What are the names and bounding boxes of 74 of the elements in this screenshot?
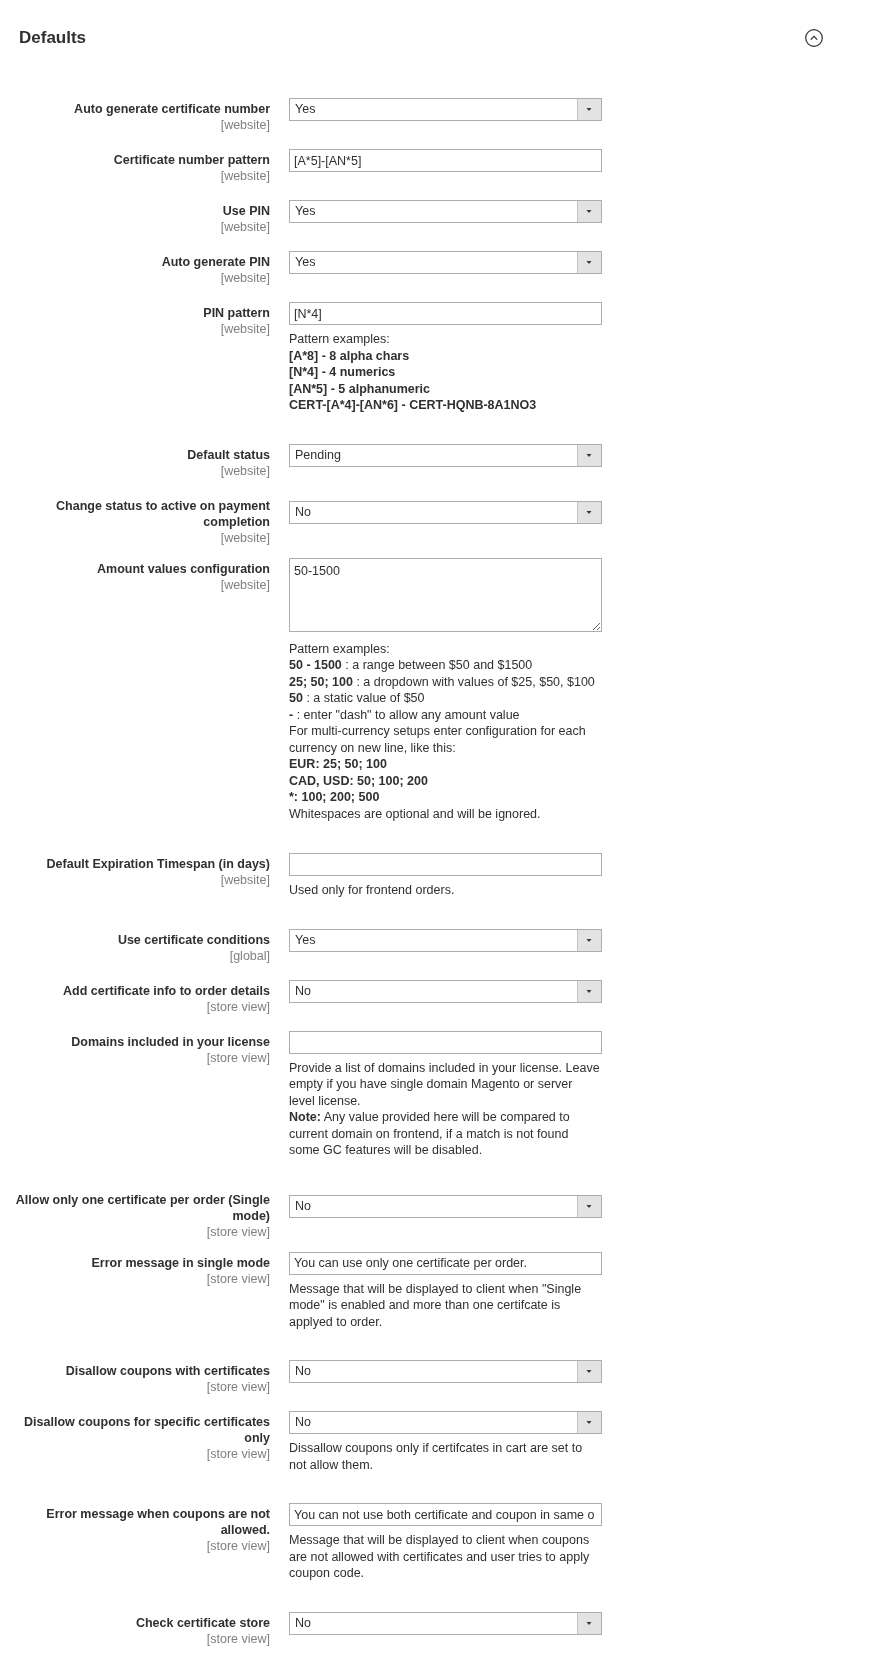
collapse-icon[interactable] <box>805 29 823 47</box>
scope-label: [website] <box>220 270 270 287</box>
field-label: PIN pattern <box>203 305 270 321</box>
dropdown[interactable]: Yes <box>289 200 602 223</box>
dropdown[interactable]: No <box>289 500 602 524</box>
help-text: Message that will be displayed to client when coupons are not allowed with certificates and user tries to apply coupon code. <box>289 1532 591 1582</box>
scope-label: [website] <box>220 321 270 338</box>
field-label: Change status to active on payment completion <box>55 497 270 530</box>
caret-icon <box>577 201 601 222</box>
scope-label: [website] <box>220 529 270 547</box>
field-label: Certificate number pattern <box>113 152 270 168</box>
scope-label: [store view] <box>206 998 270 1016</box>
text-input[interactable]: [A*5]-[AN*5] <box>289 149 602 172</box>
scope-label: [website] <box>220 117 270 134</box>
field-label: Error message when coupons are not allowed. <box>45 1506 270 1538</box>
caret-icon <box>577 252 601 273</box>
help-text: Pattern examples: [A*8] - 8 alpha chars [N*4] - 4 numerics [AN*5] - 5 alphanumeric CERT-[A*4]-[AN*6] - CERT-HQNB-8A1NO3 <box>289 331 538 414</box>
text-area[interactable]: 50-1500 <box>289 557 602 632</box>
dropdown[interactable]: No <box>289 1411 602 1434</box>
dropdown[interactable]: No <box>289 1611 602 1635</box>
scope-label: [global] <box>229 947 270 965</box>
caret-icon <box>577 929 601 951</box>
field-label: Allow only one certificate per order (Single mode) <box>14 1191 270 1224</box>
scope-label: [store view] <box>206 1270 270 1288</box>
section-title[interactable]: Defaults <box>19 28 87 48</box>
scope-label: [website] <box>220 219 270 236</box>
caret-icon <box>577 501 601 523</box>
dropdown[interactable]: Yes <box>289 251 602 274</box>
caret-icon <box>577 1195 601 1217</box>
caret-icon <box>577 444 601 466</box>
help-text: Message that will be displayed to client when "Single mode" is enabled and more than one certifcate is applyed to order. <box>289 1280 583 1330</box>
caret-icon <box>577 1361 601 1382</box>
text-input[interactable]: [N*4] <box>289 302 602 325</box>
text-input[interactable] <box>289 853 602 876</box>
caret-icon <box>577 980 601 1002</box>
field-label: Add certificate info to order details <box>63 982 270 999</box>
caret-icon <box>577 1412 601 1433</box>
field-label: Auto generate PIN <box>161 254 270 270</box>
field-label: Check certificate store <box>135 1614 270 1631</box>
caret-icon <box>577 1612 601 1634</box>
scope-label: [website] <box>220 872 270 889</box>
dropdown[interactable]: Pending <box>289 443 602 467</box>
scope-label: [store view] <box>206 1379 270 1396</box>
help-text: Used only for frontend orders. <box>289 882 456 899</box>
text-input[interactable] <box>289 1030 602 1054</box>
dropdown[interactable]: Yes <box>289 928 602 952</box>
dropdown[interactable]: No <box>289 979 602 1003</box>
help-text: Pattern examples: 50 - 1500 : a range between $50 and $1500 25; 50; 100 : a dropdown with values of $25, $50, $100 50 : a static value of $50 - : enter "dash" to allow any amount value For multi-currency setups enter configuration for each currency on new line, like this: EUR: 25; 50; 100 CAD, USD: 50; 100; 200 *: 100; 200; 500 Whitespaces are optional and will be ignored. <box>289 640 596 822</box>
help-text: Provide a list of domains included in your license. Leave empty if you have single domain Magento or server level license. Note: Any value provided here will be compared to current domain on frontend, if a match is not found some GC features will be disabled. <box>289 1059 601 1159</box>
scope-label: [store view] <box>206 1630 270 1648</box>
field-label: Default Expiration Timespan (in days) <box>46 856 270 872</box>
field-label: Use certificate conditions <box>117 931 270 948</box>
scope-label: [store view] <box>206 1446 270 1463</box>
caret-icon <box>577 99 601 120</box>
field-label: Disallow coupons with certificates <box>65 1363 270 1379</box>
dropdown[interactable]: Yes <box>289 98 602 121</box>
field-label: Amount values configuration <box>97 560 270 577</box>
field-label: Auto generate certificate number <box>74 101 270 117</box>
scope-label: [store view] <box>206 1223 270 1241</box>
dropdown[interactable]: No <box>289 1360 602 1383</box>
field-label: Use PIN <box>222 203 270 219</box>
scope-label: [store view] <box>206 1049 270 1067</box>
field-label: Disallow coupons for specific certificates only <box>23 1414 270 1446</box>
scope-label: [website] <box>220 576 270 594</box>
field-label: Error message in single mode <box>91 1254 270 1271</box>
field-label: Default status <box>187 446 270 463</box>
text-input[interactable]: You can not use both certificate and coupon in same o <box>289 1503 602 1526</box>
help-text: Dissallow coupons only if certifcates in cart are set to not allow them. <box>289 1440 584 1473</box>
scope-label: [website] <box>220 168 270 185</box>
text-input[interactable]: You can use only one certificate per order. <box>289 1251 602 1275</box>
scope-label: [store view] <box>206 1538 270 1555</box>
field-label: Domains included in your license <box>71 1033 270 1050</box>
dropdown[interactable]: No <box>289 1194 602 1218</box>
scope-label: [website] <box>220 462 270 480</box>
